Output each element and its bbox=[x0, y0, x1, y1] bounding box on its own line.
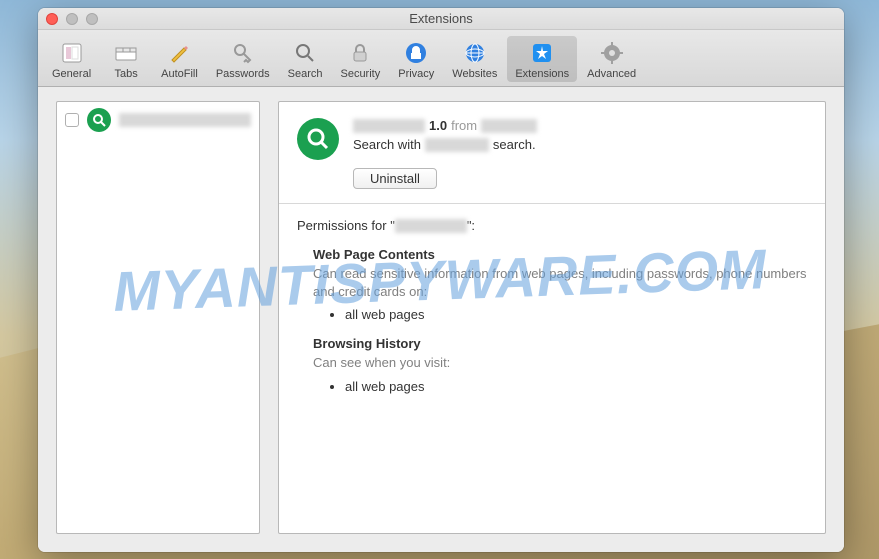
extension-list-item[interactable] bbox=[57, 102, 259, 138]
permissions-for-line: Permissions for " ": bbox=[297, 218, 807, 233]
desc-suffix: search. bbox=[493, 137, 536, 152]
toolbar-label: Extensions bbox=[515, 68, 569, 80]
websites-icon bbox=[461, 39, 489, 67]
toolbar-websites[interactable]: Websites bbox=[444, 36, 505, 82]
permission-section-browsing-history: Browsing History Can see when you visit:… bbox=[313, 336, 807, 393]
permission-heading: Web Page Contents bbox=[313, 247, 807, 262]
toolbar-label: Passwords bbox=[216, 68, 270, 80]
search-icon bbox=[291, 39, 319, 67]
extension-icon bbox=[87, 108, 111, 132]
developer-name-redacted bbox=[481, 119, 537, 133]
minimize-button[interactable] bbox=[66, 13, 78, 25]
toolbar-general[interactable]: General bbox=[44, 36, 99, 82]
extension-header-text: 1.0 from Search with search. Uninstall bbox=[353, 118, 807, 189]
general-icon bbox=[58, 39, 86, 67]
gear-icon bbox=[598, 39, 626, 67]
tabs-icon bbox=[112, 39, 140, 67]
toolbar-search[interactable]: Search bbox=[280, 36, 331, 82]
permissions-for-prefix: Permissions for " bbox=[297, 218, 395, 233]
toolbar-privacy[interactable]: Privacy bbox=[390, 36, 442, 82]
desc-redacted bbox=[425, 138, 489, 152]
permission-list-item: all web pages bbox=[345, 379, 807, 394]
toolbar-label: Advanced bbox=[587, 68, 636, 80]
privacy-icon bbox=[402, 39, 430, 67]
permission-list: all web pages bbox=[345, 307, 807, 322]
toolbar-label: AutoFill bbox=[161, 68, 198, 80]
extension-header: 1.0 from Search with search. Uninstall bbox=[279, 102, 825, 204]
lock-icon bbox=[346, 39, 374, 67]
toolbar-security[interactable]: Security bbox=[332, 36, 388, 82]
permission-description: Can see when you visit: bbox=[313, 354, 807, 372]
toolbar-advanced[interactable]: Advanced bbox=[579, 36, 644, 82]
toolbar-label: Websites bbox=[452, 68, 497, 80]
extensions-sidebar bbox=[56, 101, 260, 534]
extension-name-redacted bbox=[353, 119, 425, 133]
permission-list-item: all web pages bbox=[345, 307, 807, 322]
toolbar-label: Search bbox=[288, 68, 323, 80]
extension-icon-large bbox=[297, 118, 339, 160]
extension-permissions: Permissions for " ": Web Page Contents C… bbox=[279, 204, 825, 422]
toolbar-tabs[interactable]: Tabs bbox=[101, 36, 151, 82]
uninstall-button[interactable]: Uninstall bbox=[353, 168, 437, 189]
extension-name-redacted bbox=[119, 113, 251, 127]
autofill-icon bbox=[165, 39, 193, 67]
preferences-window: Extensions General Tabs AutoFill Passwor… bbox=[38, 8, 844, 552]
desc-prefix: Search with bbox=[353, 137, 421, 152]
permission-description: Can read sensitive information from web … bbox=[313, 265, 807, 301]
permission-section-web-contents: Web Page Contents Can read sensitive inf… bbox=[313, 247, 807, 322]
toolbar-label: Security bbox=[340, 68, 380, 80]
extension-title-line: 1.0 from bbox=[353, 118, 807, 133]
toolbar-label: General bbox=[52, 68, 91, 80]
extension-description: Search with search. bbox=[353, 137, 807, 152]
toolbar-label: Tabs bbox=[115, 68, 138, 80]
titlebar: Extensions bbox=[38, 8, 844, 30]
maximize-button[interactable] bbox=[86, 13, 98, 25]
permissions-for-suffix: ": bbox=[467, 218, 475, 233]
extensions-icon bbox=[528, 39, 556, 67]
passwords-icon bbox=[229, 39, 257, 67]
window-title: Extensions bbox=[38, 11, 844, 26]
close-button[interactable] bbox=[46, 13, 58, 25]
toolbar-autofill[interactable]: AutoFill bbox=[153, 36, 206, 82]
permission-heading: Browsing History bbox=[313, 336, 807, 351]
traffic-lights bbox=[46, 13, 98, 25]
toolbar-passwords[interactable]: Passwords bbox=[208, 36, 278, 82]
extension-enable-checkbox[interactable] bbox=[65, 113, 79, 127]
permission-list: all web pages bbox=[345, 379, 807, 394]
toolbar-label: Privacy bbox=[398, 68, 434, 80]
content-area: 1.0 from Search with search. Uninstall P… bbox=[38, 87, 844, 552]
preferences-toolbar: General Tabs AutoFill Passwords Search bbox=[38, 30, 844, 87]
extension-detail-panel: 1.0 from Search with search. Uninstall P… bbox=[278, 101, 826, 534]
from-label: from bbox=[451, 118, 477, 133]
toolbar-extensions[interactable]: Extensions bbox=[507, 36, 577, 82]
extension-version: 1.0 bbox=[429, 118, 447, 133]
permissions-for-name-redacted bbox=[395, 219, 467, 233]
